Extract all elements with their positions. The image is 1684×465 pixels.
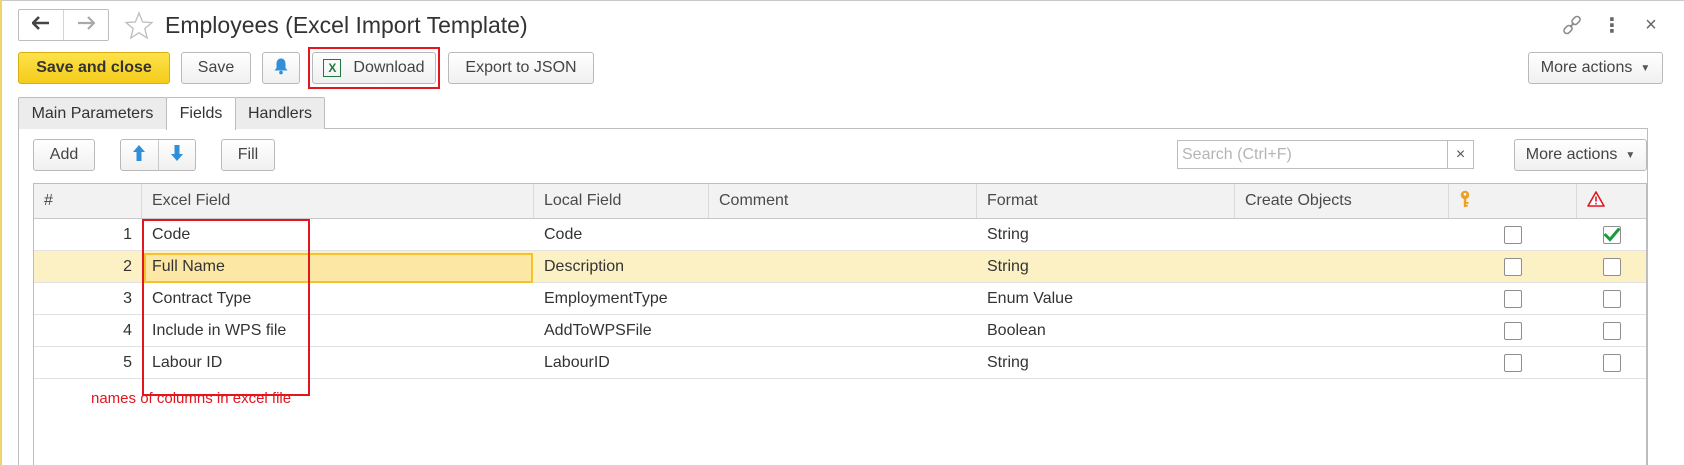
required-checkbox-cell bbox=[1577, 315, 1646, 346]
required-checkbox[interactable] bbox=[1602, 321, 1621, 340]
chevron-down-icon: ▼ bbox=[1640, 62, 1651, 74]
search-field: × bbox=[1177, 140, 1474, 169]
cell-comment[interactable] bbox=[709, 315, 977, 346]
cell-number[interactable]: 2 bbox=[34, 251, 142, 282]
key-checkbox[interactable] bbox=[1504, 225, 1522, 244]
key-checkbox-cell bbox=[1449, 283, 1577, 314]
key-checkbox[interactable] bbox=[1504, 353, 1522, 372]
tab-main-parameters[interactable]: Main Parameters bbox=[18, 97, 167, 129]
cell-create-objects[interactable] bbox=[1235, 315, 1449, 346]
move-up-button[interactable] bbox=[121, 140, 159, 170]
cell-number[interactable]: 4 bbox=[34, 315, 142, 346]
cell-format[interactable]: String bbox=[977, 251, 1235, 282]
required-checkbox[interactable] bbox=[1602, 225, 1621, 244]
add-button[interactable]: Add bbox=[33, 139, 95, 171]
move-down-button[interactable] bbox=[159, 140, 196, 170]
key-checkbox[interactable] bbox=[1504, 257, 1522, 276]
annotation-text: names of columns in excel file bbox=[91, 390, 292, 407]
arrow-right-icon bbox=[77, 16, 96, 34]
forward-button[interactable] bbox=[63, 10, 108, 40]
key-checkbox[interactable] bbox=[1504, 321, 1522, 340]
required-checkbox-cell bbox=[1577, 283, 1646, 314]
export-json-button[interactable]: Export to JSON bbox=[448, 52, 594, 84]
tab-fields[interactable]: Fields bbox=[166, 97, 236, 130]
chevron-down-icon: ▼ bbox=[1625, 149, 1636, 161]
window-top-border bbox=[0, 0, 1684, 1]
cell-comment[interactable] bbox=[709, 347, 977, 378]
bell-icon bbox=[273, 57, 289, 80]
key-checkbox-cell bbox=[1449, 347, 1577, 378]
vertical-dots-icon[interactable]: ⋮ bbox=[1602, 14, 1622, 37]
fields-more-actions-button[interactable]: More actions ▼ bbox=[1514, 139, 1647, 171]
cell-create-objects[interactable] bbox=[1235, 347, 1449, 378]
cell-comment[interactable] bbox=[709, 283, 977, 314]
page-title: Employees (Excel Import Template) bbox=[165, 12, 528, 38]
cell-local-field[interactable]: EmploymentType bbox=[534, 283, 709, 314]
key-checkbox[interactable] bbox=[1504, 289, 1522, 308]
cell-number[interactable]: 3 bbox=[34, 283, 142, 314]
fields-more-actions-label: More actions bbox=[1525, 146, 1618, 163]
cell-format[interactable]: String bbox=[977, 347, 1235, 378]
cell-comment[interactable] bbox=[709, 219, 977, 250]
column-header-excel-field[interactable]: Excel Field bbox=[142, 184, 534, 218]
back-button[interactable] bbox=[19, 10, 63, 40]
cell-create-objects[interactable] bbox=[1235, 283, 1449, 314]
cell-local-field[interactable]: Code bbox=[534, 219, 709, 250]
required-checkbox-cell bbox=[1577, 347, 1646, 378]
arrow-down-icon bbox=[170, 144, 184, 167]
arrow-up-icon bbox=[132, 144, 146, 167]
required-checkbox[interactable] bbox=[1602, 257, 1621, 276]
required-checkbox-cell bbox=[1577, 251, 1646, 282]
star-icon[interactable] bbox=[124, 11, 154, 41]
check-icon bbox=[1603, 227, 1620, 242]
column-header-local-field[interactable]: Local Field bbox=[534, 184, 709, 218]
required-checkbox-cell bbox=[1577, 219, 1646, 250]
cell-number[interactable]: 5 bbox=[34, 347, 142, 378]
required-checkbox[interactable] bbox=[1602, 289, 1621, 308]
key-checkbox-cell bbox=[1449, 251, 1577, 282]
cell-local-field[interactable]: LabourID bbox=[534, 347, 709, 378]
more-actions-label: More actions bbox=[1540, 59, 1633, 76]
cell-create-objects[interactable] bbox=[1235, 251, 1449, 282]
excel-field-column-highlight bbox=[142, 219, 310, 396]
column-header-key[interactable] bbox=[1449, 184, 1577, 218]
navigation-buttons bbox=[18, 9, 109, 41]
warning-icon bbox=[1587, 190, 1605, 212]
table-header: # Excel Field Local Field Comment Format… bbox=[34, 184, 1646, 219]
required-checkbox[interactable] bbox=[1602, 353, 1621, 372]
cell-local-field[interactable]: AddToWPSFile bbox=[534, 315, 709, 346]
column-header-required[interactable] bbox=[1577, 184, 1646, 218]
search-input[interactable] bbox=[1178, 141, 1447, 168]
column-header-format[interactable]: Format bbox=[977, 184, 1235, 218]
move-buttons bbox=[120, 139, 196, 171]
cell-create-objects[interactable] bbox=[1235, 219, 1449, 250]
download-highlight-box bbox=[308, 47, 440, 89]
key-icon bbox=[1459, 190, 1471, 213]
notifications-button[interactable] bbox=[262, 52, 300, 84]
more-actions-button[interactable]: More actions ▼ bbox=[1528, 52, 1663, 84]
cell-format[interactable]: Boolean bbox=[977, 315, 1235, 346]
key-checkbox-cell bbox=[1449, 219, 1577, 250]
window-left-border bbox=[0, 0, 2, 465]
cell-format[interactable]: String bbox=[977, 219, 1235, 250]
cell-number[interactable]: 1 bbox=[34, 219, 142, 250]
column-header-create-objects[interactable]: Create Objects bbox=[1235, 184, 1449, 218]
column-header-number[interactable]: # bbox=[34, 184, 142, 218]
key-checkbox-cell bbox=[1449, 315, 1577, 346]
cell-local-field[interactable]: Description bbox=[534, 251, 709, 282]
fill-button[interactable]: Fill bbox=[221, 139, 275, 171]
save-and-close-button[interactable]: Save and close bbox=[18, 52, 170, 84]
tab-handlers[interactable]: Handlers bbox=[235, 97, 325, 129]
column-header-comment[interactable]: Comment bbox=[709, 184, 977, 218]
link-icon[interactable] bbox=[1560, 14, 1584, 36]
close-icon[interactable]: × bbox=[1643, 14, 1659, 36]
clear-search-icon[interactable]: × bbox=[1447, 141, 1473, 168]
cell-format[interactable]: Enum Value bbox=[977, 283, 1235, 314]
arrow-left-icon bbox=[31, 16, 50, 34]
save-button[interactable]: Save bbox=[181, 52, 251, 84]
cell-comment[interactable] bbox=[709, 251, 977, 282]
